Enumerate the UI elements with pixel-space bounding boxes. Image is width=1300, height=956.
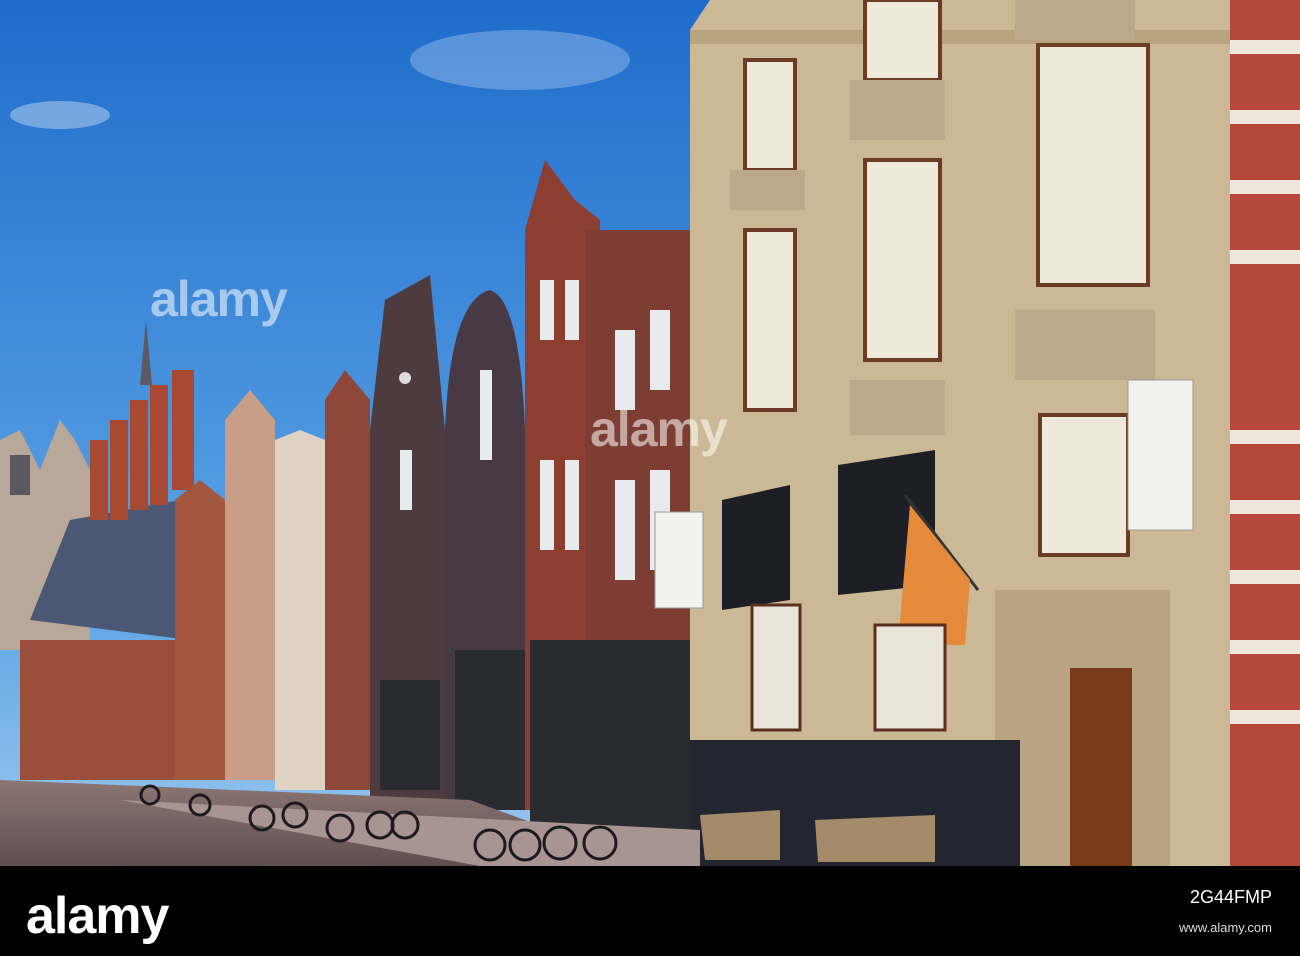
window xyxy=(743,58,797,172)
church-tower xyxy=(10,455,30,495)
site-url[interactable]: www.alamy.com xyxy=(1179,920,1272,935)
cloud xyxy=(10,101,110,129)
shop-front xyxy=(380,680,440,790)
image-id: 2G44FMP xyxy=(1189,887,1272,907)
window xyxy=(540,460,554,550)
door xyxy=(1070,668,1132,866)
round-window xyxy=(399,372,411,384)
cloud xyxy=(410,30,630,90)
street-scene xyxy=(0,0,1300,866)
ornament xyxy=(1015,310,1155,380)
gabled-house xyxy=(325,370,370,790)
chimney xyxy=(90,440,108,520)
gabled-house xyxy=(175,480,225,780)
window xyxy=(540,280,554,340)
window xyxy=(863,158,942,362)
window xyxy=(863,0,942,82)
window xyxy=(873,623,947,732)
chimney xyxy=(130,400,148,510)
sign-board xyxy=(654,511,704,609)
window xyxy=(480,370,492,460)
window xyxy=(1036,43,1150,287)
bench xyxy=(815,815,935,862)
brand-logo[interactable]: alamy xyxy=(26,886,169,946)
gabled-house xyxy=(275,430,325,790)
street-photo: alamy alamy xyxy=(0,0,1300,866)
ornament xyxy=(1015,0,1135,40)
gabled-house xyxy=(225,390,275,780)
shop-front xyxy=(530,640,690,830)
town-hall-wall xyxy=(20,640,180,780)
shop-front xyxy=(455,650,525,810)
ornament xyxy=(850,80,945,140)
ornament xyxy=(850,380,945,435)
ornament xyxy=(730,170,805,210)
window xyxy=(743,228,797,412)
chimney xyxy=(172,370,194,490)
chimney xyxy=(110,420,128,520)
footer-bar xyxy=(0,866,1300,956)
window xyxy=(565,280,579,340)
chimney xyxy=(150,385,168,505)
window xyxy=(650,310,670,390)
window xyxy=(615,480,635,580)
bench xyxy=(700,810,780,860)
sign-board xyxy=(1127,379,1194,531)
window xyxy=(400,450,412,510)
awning xyxy=(722,485,790,610)
cornice xyxy=(690,30,1230,44)
window xyxy=(565,460,579,550)
window xyxy=(750,603,802,732)
window xyxy=(1038,413,1130,557)
window xyxy=(615,330,635,410)
